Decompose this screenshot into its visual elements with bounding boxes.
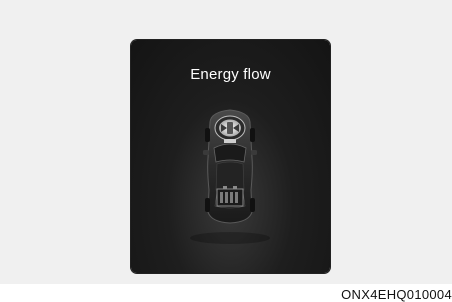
figure-code: ONX4EHQ010004 <box>341 287 452 302</box>
battery-icon <box>216 186 244 207</box>
energy-flow-display: Energy flow <box>131 40 330 273</box>
car-top-view-icon <box>190 109 270 244</box>
